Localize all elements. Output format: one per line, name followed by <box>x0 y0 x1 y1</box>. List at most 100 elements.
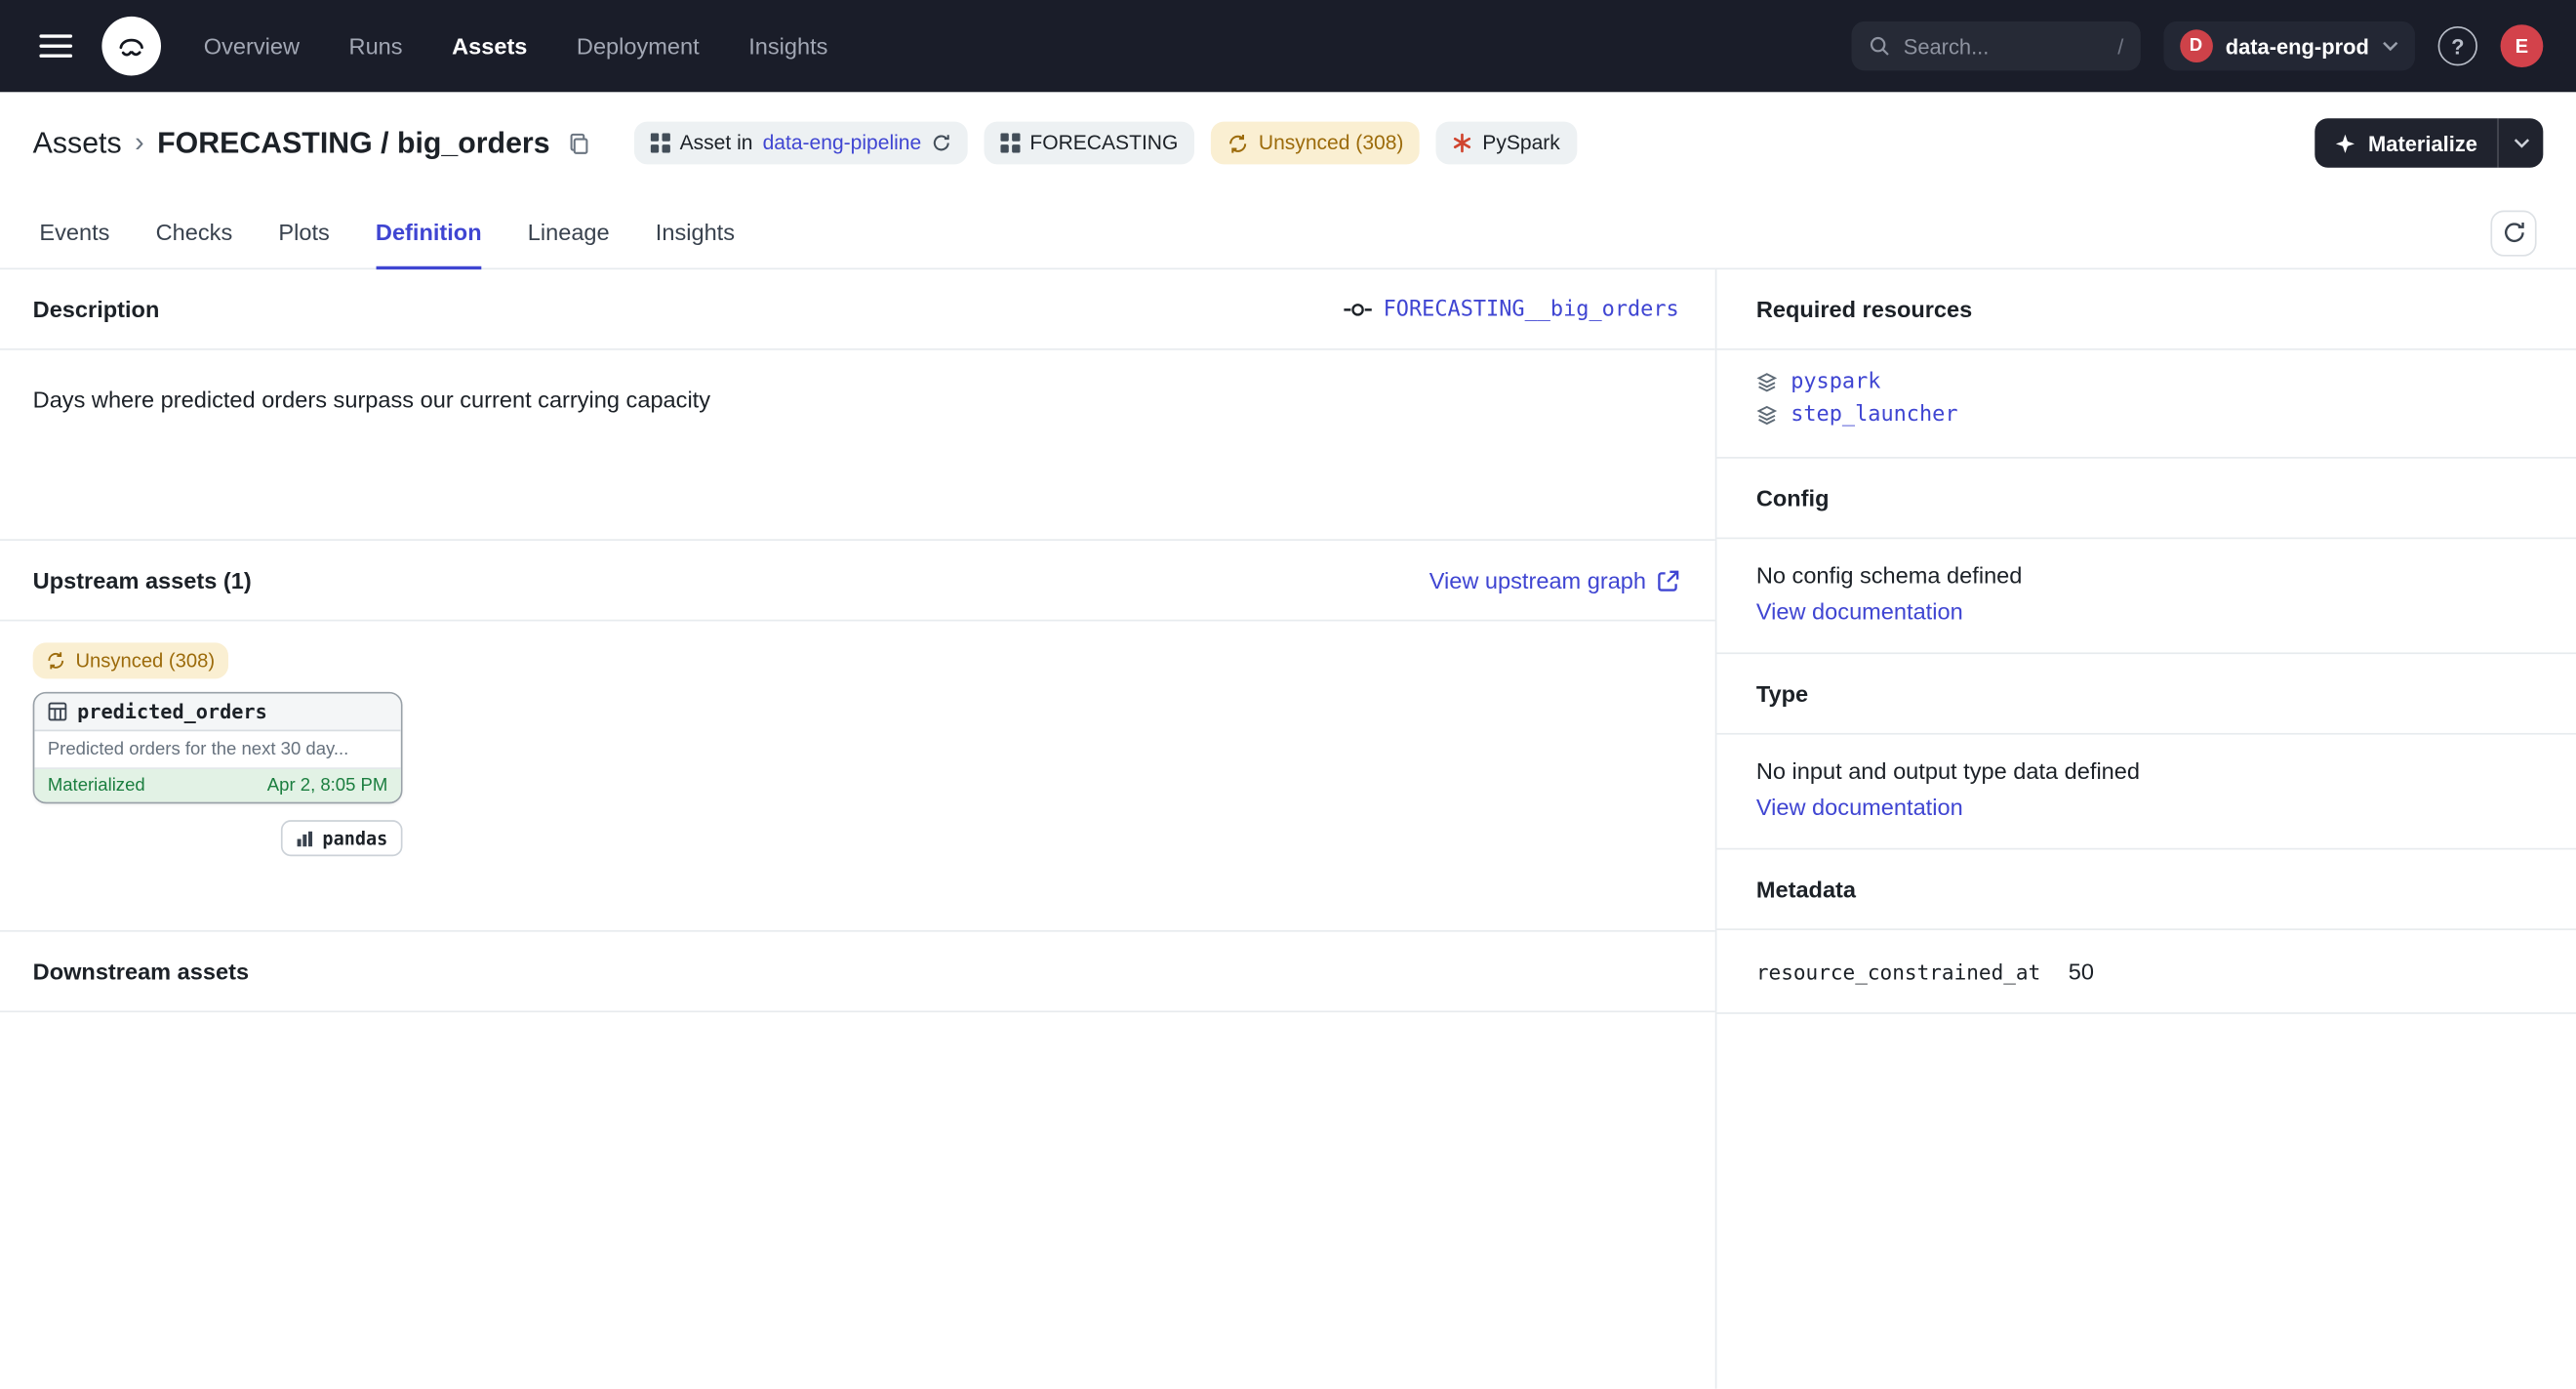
refresh-icon <box>2501 221 2525 245</box>
navbar-right: Search... / D data-eng-prod ? E <box>1851 21 2543 71</box>
app: Overview Runs Assets Deployment Insights… <box>0 0 2576 1389</box>
table-icon <box>48 702 67 721</box>
asset-tags: Asset in data-eng-pipeline FORECASTING U… <box>633 122 1576 165</box>
sync-icon <box>46 651 65 671</box>
tab-events[interactable]: Events <box>39 197 109 269</box>
config-panel: No config schema defined View documentat… <box>1716 539 2576 654</box>
type-panel: No input and output type data defined Vi… <box>1716 735 2576 850</box>
chevron-down-icon <box>2382 41 2398 51</box>
type-empty-text: No input and output type data defined <box>1756 757 2537 784</box>
question-mark-icon: ? <box>2451 34 2464 59</box>
metadata-table: resource_constrained_at 50 <box>1716 930 2576 1014</box>
search-placeholder: Search... <box>1904 34 1990 59</box>
materialize-split-button: Materialize <box>2314 118 2543 168</box>
asset-group-icon <box>1000 133 1020 152</box>
unsynced-badge[interactable]: Unsynced (308) <box>1211 122 1420 165</box>
definition-content: Description FORECASTING__big_orders Days… <box>0 269 2576 1389</box>
search-icon <box>1868 34 1891 58</box>
materialize-dropdown-button[interactable] <box>2497 118 2543 168</box>
kind-tag-label: pandas <box>322 828 387 849</box>
breadcrumb-assets-link[interactable]: Assets <box>33 126 122 160</box>
tab-insights[interactable]: Insights <box>656 197 735 269</box>
materialize-label: Materialize <box>2368 131 2477 155</box>
user-avatar[interactable]: E <box>2501 24 2544 67</box>
resources-section-header: Required resources <box>1716 269 2576 349</box>
config-section-header: Config <box>1716 459 2576 539</box>
view-upstream-graph-label: View upstream graph <box>1429 567 1646 593</box>
spark-icon <box>1453 133 1472 152</box>
page-title: FORECASTING / big_orders <box>157 126 549 160</box>
asset-key-link-label: FORECASTING__big_orders <box>1384 297 1679 321</box>
search-input[interactable]: Search... / <box>1851 21 2140 71</box>
dagster-logo[interactable] <box>101 17 161 76</box>
sparkle-icon <box>2334 133 2355 154</box>
compute-kind-tag-pandas[interactable]: pandas <box>281 820 402 856</box>
deployment-name: data-eng-prod <box>2226 34 2369 59</box>
resources-list: pyspark step_launcher <box>1716 350 2576 459</box>
config-view-documentation-link[interactable]: View documentation <box>1756 598 1963 625</box>
asset-key-link[interactable]: FORECASTING__big_orders <box>1344 297 1678 321</box>
tab-definition[interactable]: Definition <box>376 197 482 269</box>
description-text: Days where predicted orders surpass our … <box>0 350 1715 541</box>
dagster-logo-icon <box>113 28 149 64</box>
upstream-section-header: Upstream assets (1) View upstream graph <box>0 541 1715 622</box>
tab-checks[interactable]: Checks <box>156 197 233 269</box>
unsynced-badge-label: Unsynced (308) <box>1259 132 1404 155</box>
reload-definition-button[interactable] <box>2490 210 2536 256</box>
description-section-header: Description FORECASTING__big_orders <box>0 269 1715 349</box>
type-view-documentation-link[interactable]: View documentation <box>1756 794 1963 820</box>
downstream-heading: Downstream assets <box>33 959 249 985</box>
chevron-down-icon <box>2513 138 2529 147</box>
downstream-empty-area <box>0 1012 1715 1389</box>
metadata-row: resource_constrained_at 50 <box>1716 930 2576 1014</box>
sync-icon <box>1228 133 1249 154</box>
upstream-unsynced-badge[interactable]: Unsynced (308) <box>33 642 228 678</box>
breadcrumb-separator: › <box>135 127 144 160</box>
tab-lineage[interactable]: Lineage <box>528 197 610 269</box>
external-link-icon <box>1658 569 1679 591</box>
nav-assets[interactable]: Assets <box>452 33 527 60</box>
left-column: Description FORECASTING__big_orders Days… <box>0 269 1716 1389</box>
nav-insights[interactable]: Insights <box>748 33 827 60</box>
breadcrumb: Assets › FORECASTING / big_orders <box>33 126 591 160</box>
asset-node-description: Predicted orders for the next 30 day... <box>34 731 400 769</box>
view-upstream-graph-link[interactable]: View upstream graph <box>1429 567 1679 593</box>
group-tag[interactable]: FORECASTING <box>984 122 1194 165</box>
asset-node-status-bar: Materialized Apr 2, 8:05 PM <box>34 769 400 802</box>
metadata-heading: Metadata <box>1756 876 1856 902</box>
tab-plots[interactable]: Plots <box>278 197 329 269</box>
asset-node-kind-row: pandas <box>33 820 403 856</box>
materialized-status-label: Materialized <box>48 776 145 796</box>
required-resources-heading: Required resources <box>1756 296 1972 322</box>
downstream-section-header: Downstream assets <box>0 932 1715 1013</box>
job-icon <box>650 133 669 152</box>
copy-icon <box>566 131 590 155</box>
config-empty-text: No config schema defined <box>1756 562 2537 589</box>
bar-chart-icon <box>296 829 314 847</box>
compute-kind-tag[interactable]: PySpark <box>1436 122 1577 165</box>
lineage-node-icon <box>1344 300 1372 318</box>
materialize-button[interactable]: Materialize <box>2314 118 2497 168</box>
asset-tabs: Events Checks Plots Definition Lineage I… <box>0 197 2576 269</box>
asset-node-title: predicted_orders <box>77 700 267 723</box>
type-heading: Type <box>1756 680 1808 707</box>
pipeline-link[interactable]: data-eng-pipeline <box>763 132 922 155</box>
deployment-initial-badge: D <box>2180 29 2213 62</box>
deployment-switcher[interactable]: D data-eng-prod <box>2163 21 2415 71</box>
upstream-assets-panel: Unsynced (308) predicted_orders Predicte… <box>0 621 1715 931</box>
config-heading: Config <box>1756 485 1830 511</box>
menu-button[interactable] <box>33 24 79 67</box>
resource-link-step-launcher[interactable]: step_launcher <box>1791 402 1957 427</box>
asset-in-pipeline-tag[interactable]: Asset in data-eng-pipeline <box>633 122 967 165</box>
layers-icon <box>1756 404 1778 426</box>
nav-deployment[interactable]: Deployment <box>577 33 700 60</box>
nav-overview[interactable]: Overview <box>204 33 300 60</box>
resource-link-pyspark[interactable]: pyspark <box>1791 370 1880 394</box>
help-button[interactable]: ? <box>2438 26 2477 65</box>
copy-asset-key-button[interactable] <box>566 131 590 155</box>
materialized-timestamp: Apr 2, 8:05 PM <box>267 776 388 796</box>
nav-runs[interactable]: Runs <box>349 33 403 60</box>
upstream-asset-node[interactable]: predicted_orders Predicted orders for th… <box>33 692 403 803</box>
upstream-unsynced-label: Unsynced (308) <box>75 649 215 673</box>
description-heading: Description <box>33 296 160 322</box>
